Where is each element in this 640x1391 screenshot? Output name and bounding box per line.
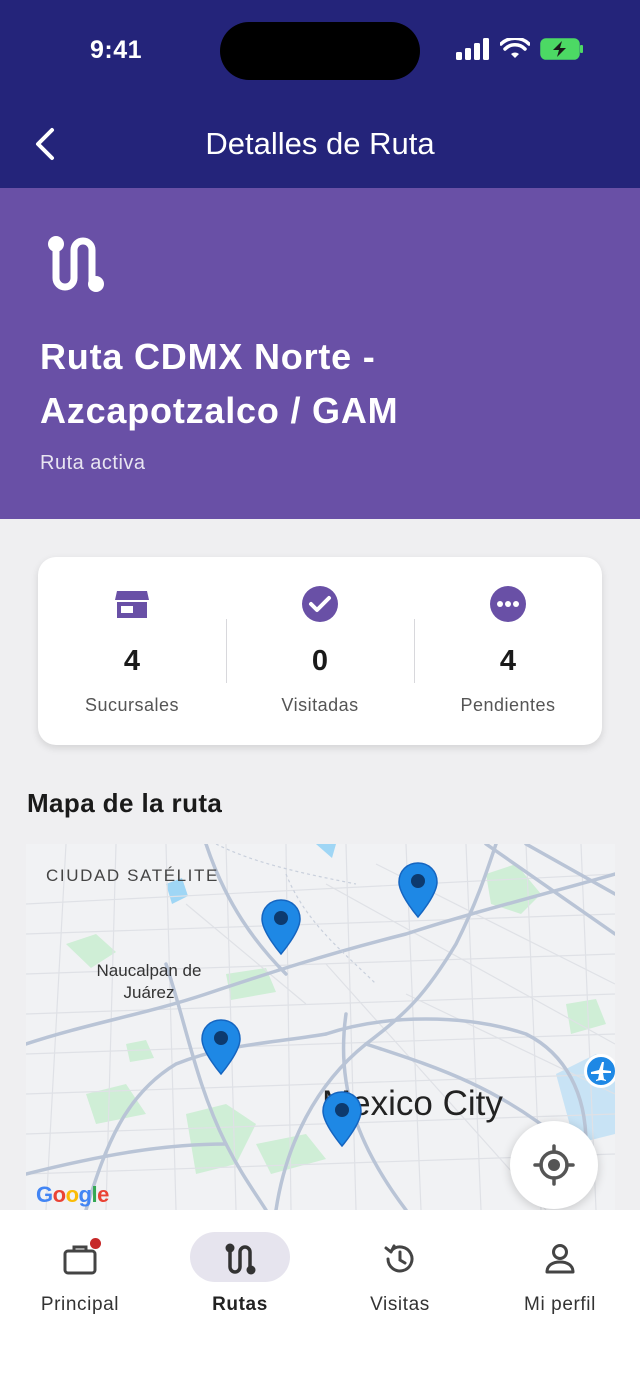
status-time: 9:41 <box>90 36 143 64</box>
signal-icon <box>456 38 489 60</box>
wifi-icon <box>500 38 530 58</box>
map-label-naucalpan: Naucalpan de Juárez <box>96 961 202 1002</box>
stat-label: Pendientes <box>460 695 556 715</box>
check-circle-icon <box>302 586 338 622</box>
bottom-navigation: Principal Rutas Visitas Mi perfil <box>0 1210 640 1391</box>
nav-item-visitas[interactable]: Visitas <box>320 1232 480 1332</box>
google-logo: Google <box>36 1182 109 1207</box>
my-location-button[interactable] <box>510 1121 598 1209</box>
map-pin-icon[interactable] <box>200 1018 242 1076</box>
nav-item-perfil[interactable]: Mi perfil <box>480 1232 640 1332</box>
top-app-bar: 9:41 Detalles de Ruta <box>0 0 640 188</box>
route-status: Ruta activa <box>40 452 146 474</box>
map-pin-icon[interactable] <box>321 1090 363 1148</box>
stat-sucursales: 4 Sucursales <box>38 557 226 745</box>
person-icon <box>545 1244 575 1274</box>
crosshair-icon <box>533 1144 575 1186</box>
map-pin-icon[interactable] <box>260 898 302 956</box>
stat-value: 4 <box>499 645 517 677</box>
stat-pendientes: 4 Pendientes <box>414 557 602 745</box>
nav-label: Visitas <box>370 1294 430 1315</box>
stat-value: 4 <box>123 645 141 677</box>
nav-label: Mi perfil <box>524 1294 596 1315</box>
status-icons <box>456 38 584 60</box>
stats-card: 4 Sucursales 0 Visitadas 4 Pendientes <box>38 557 602 745</box>
page-title: Detalles de Ruta <box>205 126 435 161</box>
nav-item-rutas[interactable]: Rutas <box>160 1232 320 1332</box>
stat-label: Sucursales <box>84 695 180 715</box>
map-label-satelite: CIUDAD SATÉLITE <box>46 866 219 885</box>
route-icon <box>225 1243 256 1275</box>
store-icon <box>115 591 149 618</box>
history-icon <box>384 1244 414 1273</box>
nav-label: Rutas <box>212 1294 268 1315</box>
battery-charging-icon <box>540 38 583 60</box>
route-icon <box>48 236 104 292</box>
route-name: Ruta CDMX Norte - Azcapotzalco / GAM <box>40 336 399 431</box>
stat-value: 0 <box>311 645 329 677</box>
map-section-title: Mapa de la ruta <box>27 788 223 818</box>
nav-label: Principal <box>40 1294 120 1315</box>
dynamic-island <box>220 22 420 80</box>
airport-icon <box>584 1054 615 1088</box>
more-circle-icon <box>490 586 526 622</box>
nav-item-principal[interactable]: Principal <box>0 1232 160 1332</box>
map-pin-icon[interactable] <box>397 861 439 919</box>
stat-label: Visitadas <box>281 695 359 715</box>
notification-badge <box>90 1238 101 1249</box>
route-hero: Ruta CDMX Norte - Azcapotzalco / GAM Rut… <box>0 188 640 519</box>
stat-visitadas: 0 Visitadas <box>226 557 414 745</box>
